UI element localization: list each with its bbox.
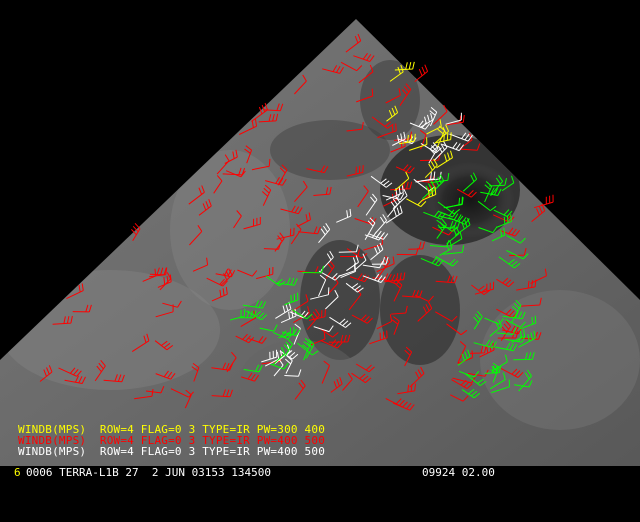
water-vapor-swath	[0, 19, 640, 466]
status-bar: 6 0006 TERRA-L1B 27 2 JUN 03153 134500 0…	[0, 466, 640, 480]
status-right-text: 09924 02.00	[422, 466, 495, 479]
frame-number: 6	[14, 466, 21, 479]
legend-line-3: WINDB(MPS) ROW=4 FLAG=0 3 TYPE=IR PW=400…	[18, 445, 326, 458]
status-main-text: 0006 TERRA-L1B 27 2 JUN 03153 134500	[26, 466, 272, 479]
satellite-image-view	[0, 19, 640, 466]
